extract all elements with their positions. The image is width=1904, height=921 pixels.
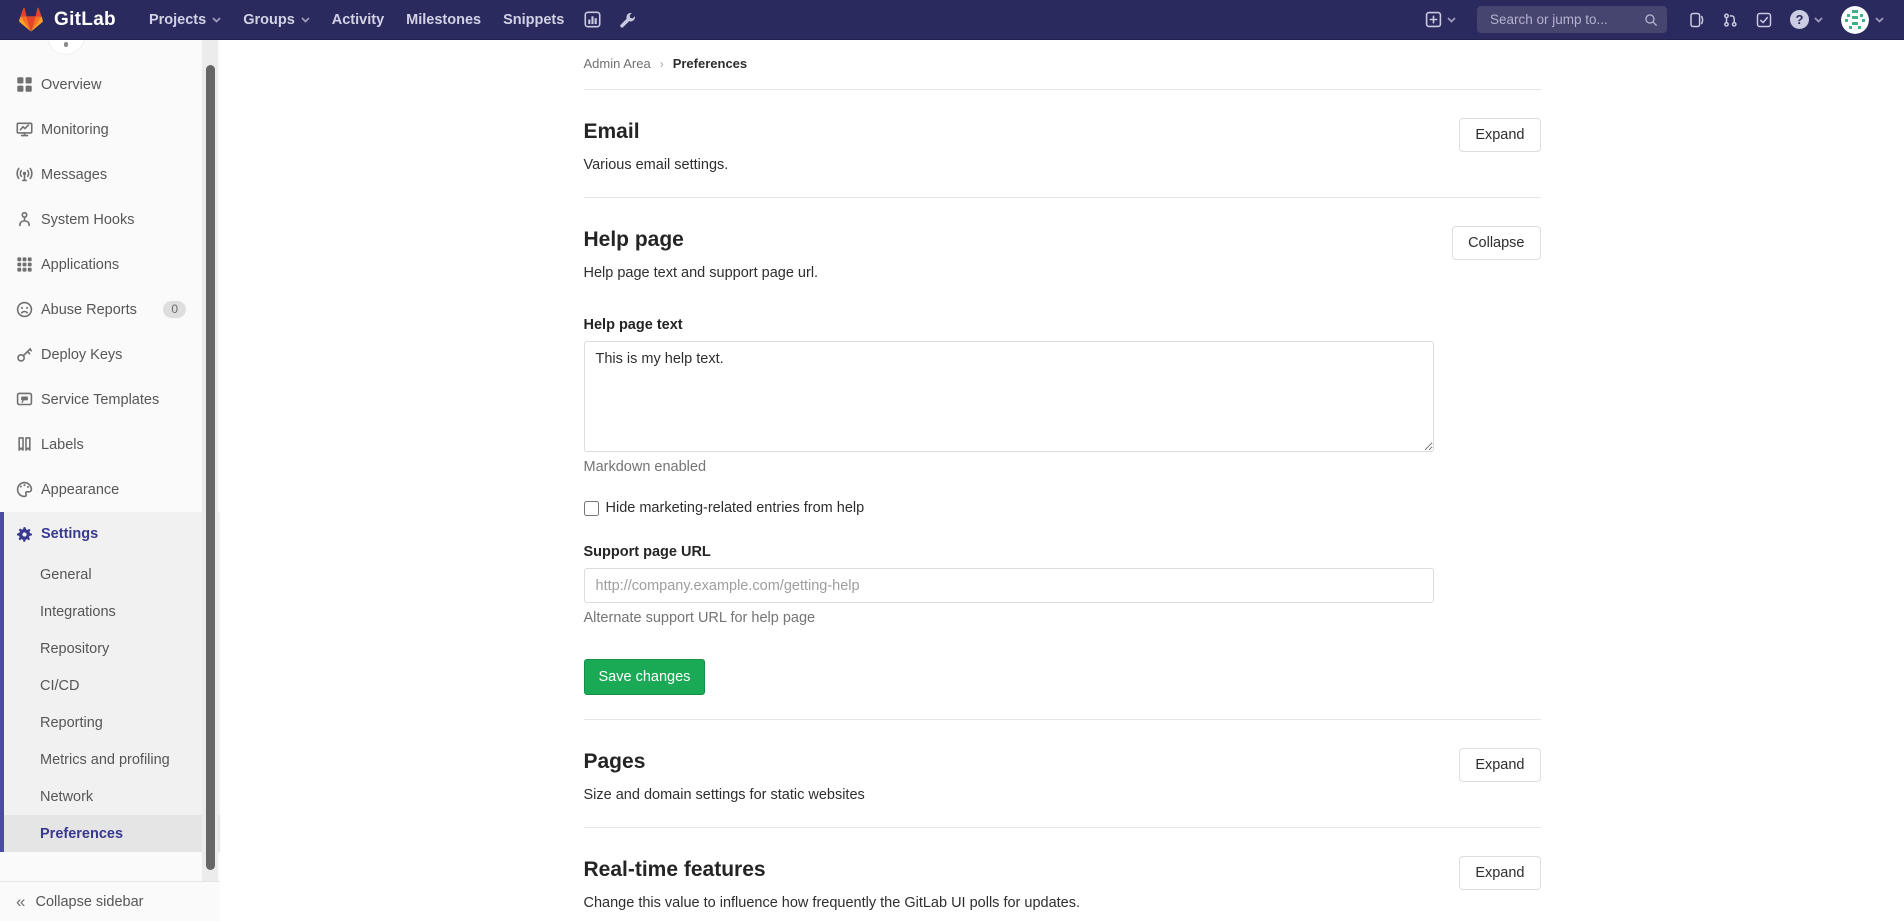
appearance-icon xyxy=(16,481,33,498)
section-help-page: Help page Help page text and support pag… xyxy=(584,198,1541,720)
tanuki-icon xyxy=(18,7,44,32)
chevron-down-icon xyxy=(301,17,310,23)
todos-icon[interactable] xyxy=(1747,0,1781,40)
help-page-text-textarea[interactable]: This is my help text. xyxy=(584,341,1434,452)
sidebar-item-reporting[interactable]: Reporting xyxy=(4,704,220,741)
search-input[interactable] xyxy=(1488,11,1644,28)
brand-wordmark: GitLab xyxy=(54,9,116,31)
chevron-down-icon xyxy=(1875,17,1884,23)
markdown-enabled-hint: Markdown enabled xyxy=(584,459,1453,475)
section-realtime-description: Change this value to influence how frequ… xyxy=(584,895,1460,911)
section-pages-title: Pages xyxy=(584,750,1460,774)
breadcrumb-current: Preferences xyxy=(673,56,747,71)
section-email-description: Various email settings. xyxy=(584,157,1460,173)
support-url-hint: Alternate support URL for help page xyxy=(584,610,1453,626)
nav-groups[interactable]: Groups xyxy=(232,0,321,40)
sidebar-item-messages[interactable]: Messages xyxy=(0,152,220,197)
sidebar-item-applications[interactable]: Applications xyxy=(0,242,220,287)
collapse-sidebar-button[interactable]: « Collapse sidebar xyxy=(0,881,220,921)
sidebar-item-preferences[interactable]: Preferences xyxy=(4,815,220,852)
overview-icon xyxy=(16,76,33,93)
settings-section: Settings General Integrations Repository… xyxy=(0,512,220,852)
messages-icon xyxy=(16,166,33,183)
settings-gear-icon xyxy=(16,526,33,543)
hide-marketing-checkbox[interactable] xyxy=(584,501,599,516)
sidebar-item-monitoring[interactable]: Monitoring xyxy=(0,107,220,152)
issues-icon[interactable] xyxy=(1679,0,1713,40)
support-url-label: Support page URL xyxy=(584,544,1453,560)
help-icon: ? xyxy=(1790,10,1809,29)
collapse-chevrons-icon: « xyxy=(16,893,25,910)
section-email-title: Email xyxy=(584,120,1460,144)
section-help-description: Help page text and support page url. xyxy=(584,265,1453,281)
sidebar-item-overview[interactable]: Overview xyxy=(0,62,220,107)
section-help-title: Help page xyxy=(584,228,1453,252)
sidebar-nav: Overview Monitoring Messages System Hook… xyxy=(0,40,220,852)
realtime-expand-button[interactable]: Expand xyxy=(1459,856,1540,890)
sidebar-scrollbar-thumb[interactable] xyxy=(206,65,215,870)
top-navbar: GitLab Projects Groups Activity Mileston… xyxy=(0,0,1904,40)
nav-activity[interactable]: Activity xyxy=(321,0,395,40)
section-pages-description: Size and domain settings for static webs… xyxy=(584,787,1460,803)
deploy-keys-icon xyxy=(16,346,33,363)
section-email: Email Various email settings. Expand xyxy=(584,90,1541,198)
sidebar-item-service-templates[interactable]: Service Templates xyxy=(0,377,220,422)
help-page-text-label: Help page text xyxy=(584,317,1453,333)
sidebar-item-metrics-profiling[interactable]: Metrics and profiling xyxy=(4,741,220,778)
section-realtime-title: Real-time features xyxy=(584,858,1460,882)
system-hooks-icon xyxy=(16,211,33,228)
sidebar-item-cicd[interactable]: CI/CD xyxy=(4,667,220,704)
gitlab-logo[interactable]: GitLab xyxy=(18,7,116,32)
help-menu[interactable]: ? xyxy=(1781,0,1832,40)
abuse-reports-icon xyxy=(16,301,33,318)
sidebar-item-labels[interactable]: Labels xyxy=(0,422,220,467)
sidebar-item-settings[interactable]: Settings xyxy=(4,512,220,556)
hide-marketing-label[interactable]: Hide marketing-related entries from help xyxy=(606,500,865,516)
service-templates-icon xyxy=(16,391,33,408)
sidebar-item-general[interactable]: General xyxy=(4,556,220,593)
email-expand-button[interactable]: Expand xyxy=(1459,118,1540,152)
applications-icon xyxy=(16,256,33,273)
sidebar-item-integrations[interactable]: Integrations xyxy=(4,593,220,630)
chevron-down-icon xyxy=(1814,17,1823,23)
sidebar-item-abuse-reports[interactable]: Abuse Reports 0 xyxy=(0,287,220,332)
sidebar-item-system-hooks[interactable]: System Hooks xyxy=(0,197,220,242)
nav-projects[interactable]: Projects xyxy=(138,0,232,40)
monitoring-icon xyxy=(16,121,33,138)
pages-expand-button[interactable]: Expand xyxy=(1459,748,1540,782)
section-realtime: Real-time features Change this value to … xyxy=(584,828,1541,921)
navbar-right-group: ? xyxy=(1416,0,1888,40)
admin-wrench-icon[interactable] xyxy=(610,0,645,40)
abuse-reports-count-badge: 0 xyxy=(163,301,186,318)
sidebar-item-appearance[interactable]: Appearance xyxy=(0,467,220,512)
user-menu[interactable] xyxy=(1832,0,1888,40)
nav-snippets[interactable]: Snippets xyxy=(492,0,575,40)
analytics-chart-icon[interactable] xyxy=(575,0,610,40)
sidebar-item-network[interactable]: Network xyxy=(4,778,220,815)
chevron-down-icon xyxy=(212,17,221,23)
save-changes-button[interactable]: Save changes xyxy=(584,659,706,695)
global-search xyxy=(1477,6,1667,33)
admin-sidebar: Overview Monitoring Messages System Hook… xyxy=(0,40,220,881)
nav-milestones[interactable]: Milestones xyxy=(395,0,492,40)
labels-icon xyxy=(16,436,33,453)
chevron-down-icon xyxy=(1447,17,1456,23)
section-pages: Pages Size and domain settings for stati… xyxy=(584,720,1541,828)
breadcrumb-admin-area[interactable]: Admin Area xyxy=(584,56,651,71)
support-url-input[interactable] xyxy=(584,568,1434,603)
primary-nav: Projects Groups Activity Milestones Snip… xyxy=(138,0,645,40)
sidebar-item-deploy-keys[interactable]: Deploy Keys xyxy=(0,332,220,377)
merge-requests-icon[interactable] xyxy=(1713,0,1747,40)
help-collapse-button[interactable]: Collapse xyxy=(1452,226,1540,260)
new-plus-menu[interactable] xyxy=(1416,0,1465,40)
search-icon xyxy=(1644,13,1658,27)
sidebar-item-repository[interactable]: Repository xyxy=(4,630,220,667)
breadcrumb-separator-icon: › xyxy=(660,57,664,71)
user-avatar xyxy=(1841,6,1869,34)
breadcrumb: Admin Area › Preferences xyxy=(584,40,1541,90)
main-content: Admin Area › Preferences Email Various e… xyxy=(220,40,1904,921)
